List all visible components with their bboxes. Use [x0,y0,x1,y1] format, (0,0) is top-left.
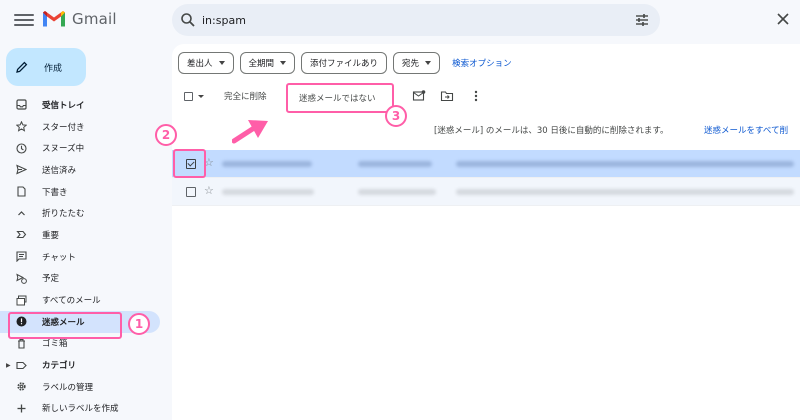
star-icon [16,121,27,132]
main-menu-button[interactable] [14,11,34,31]
chip-label: 宛先 [402,59,420,69]
scheduled-icon [16,273,27,284]
sidebar-item-label: 重要 [42,230,60,241]
sidebar-item-label: ゴミ箱 [42,339,68,350]
clock-icon [16,143,27,154]
pencil-icon [16,61,28,73]
blurred-sender [222,189,314,195]
draft-icon [16,186,27,197]
sidebar-item-all-mail[interactable]: すべてのメール [0,289,170,311]
more-vert-icon [474,90,478,102]
not-spam-button[interactable]: 迷惑メールではない [286,83,394,113]
sidebar-item-label: チャット [42,252,76,263]
blurred-subject [358,161,432,167]
move-to-button[interactable] [440,82,454,110]
sidebar-item-label: すべてのメール [42,296,101,307]
action-toolbar: 完全に削除 迷惑メールではない [172,82,800,113]
mark-as-unread-button[interactable] [412,82,426,110]
compose-label: 作成 [44,63,63,74]
sidebar-item-important[interactable]: 重要 [0,224,170,246]
close-icon[interactable] [776,12,790,26]
sidebar-item-inbox[interactable]: 受信トレイ [0,94,170,116]
sidebar-item-scheduled[interactable]: 予定 [0,268,170,290]
star-icon[interactable]: ☆ [204,184,214,197]
sidebar-item-snoozed[interactable]: スヌーズ中 [0,137,170,159]
sidebar-item-label: ラベルの管理 [42,382,94,393]
checkbox-icon [184,91,193,101]
gmail-m-icon [43,11,65,27]
search-input[interactable] [202,10,562,30]
chip-from[interactable]: 差出人 [178,52,234,74]
chip-has-attachment[interactable]: 添付ファイルあり [301,52,388,74]
expand-arrow-icon[interactable]: ▶ [6,362,11,369]
chip-label: 添付ファイルあり [310,59,379,69]
important-icon [16,229,27,240]
dropdown-arrow-icon [425,61,432,65]
sidebar-item-chats[interactable]: チャット [0,246,170,268]
step-badge-2: 2 [155,124,177,146]
gmail-logo[interactable]: Gmail [42,9,117,28]
table-row[interactable]: ☆ [172,150,800,178]
dropdown-arrow-icon [280,61,287,65]
gear-icon [16,381,27,392]
search-bar[interactable] [172,4,789,36]
sidebar-item-manage-labels[interactable]: ラベルの管理 [0,376,170,398]
table-row[interactable]: ☆ [172,178,800,206]
chip-to[interactable]: 宛先 [393,52,441,74]
select-all-checkbox[interactable] [184,82,204,110]
sidebar-item-label: 折りたたむ [42,209,85,220]
sidebar-item-create-label[interactable]: 新しいラベルを作成 [0,398,170,420]
sidebar-item-drafts[interactable]: 下書き [0,181,170,203]
trash-icon [16,338,27,349]
sidebar-item-label: 送信済み [42,165,77,176]
blurred-sender [222,161,312,167]
main-pane: 差出人 全期間 添付ファイルあり 宛先 検索オプション 完全に削除 迷惑メールで… [172,44,800,420]
search-icon[interactable] [180,12,196,28]
sidebar-item-label: 下書き [42,187,68,198]
sidebar-item-label: 受信トレイ [42,100,85,111]
spam-notice-text: [迷惑メール] のメールは、30 日後に自動的に削除されます。 [434,126,669,136]
chat-icon [16,251,27,263]
blurred-snippet [456,161,794,167]
sidebar-item-starred[interactable]: スター付き [0,116,170,138]
chip-any-time[interactable]: 全期間 [239,52,296,74]
sidebar-item-label: カテゴリ [42,361,77,372]
advanced-search-link[interactable]: 検索オプション [452,57,512,69]
send-icon [16,164,27,175]
sidebar-item-label: 予定 [42,274,60,285]
spam-highlight-box [8,312,122,339]
row-checkbox[interactable] [186,187,196,197]
sidebar-nav: 受信トレイ スター付き スヌーズ中 送信済み 下書き 折りたたむ 重要 チャット… [0,94,170,419]
sidebar-item-label: 新しいラベルを作成 [42,404,119,415]
plus-icon [16,403,27,414]
checkbox-highlight-box [173,149,206,178]
mail-unread-icon [412,90,426,101]
chevron-up-icon [16,208,27,219]
chip-label: 全期間 [248,59,275,69]
sidebar-item-categories[interactable]: ▶ カテゴリ [0,354,170,376]
dropdown-arrow-icon [198,94,204,98]
more-options-button[interactable] [469,82,483,110]
app-name: Gmail [72,9,117,28]
sidebar-item-label: スヌーズ中 [42,144,85,155]
inbox-icon [16,99,27,110]
dropdown-arrow-icon [218,61,225,65]
blurred-snippet [456,189,794,195]
pointer-arrow-icon [232,120,268,144]
step-badge-1: 1 [128,313,150,335]
sidebar-item-label: スター付き [42,122,85,133]
blurred-subject [358,189,436,195]
chip-label: 差出人 [187,59,213,69]
all-mail-icon [16,295,27,306]
label-icon [16,360,27,371]
delete-all-spam-link[interactable]: 迷惑メールをすべて削 [704,124,788,136]
folder-move-icon [440,91,454,102]
tune-icon[interactable] [634,12,650,28]
compose-button[interactable]: 作成 [6,48,86,86]
step-badge-3: 3 [385,105,407,127]
sidebar-item-less[interactable]: 折りたたむ [0,202,170,224]
search-filter-chips: 差出人 全期間 添付ファイルあり 宛先 検索オプション [178,52,512,74]
sidebar-item-sent[interactable]: 送信済み [0,159,170,181]
delete-forever-button[interactable]: 完全に削除 [224,82,267,110]
